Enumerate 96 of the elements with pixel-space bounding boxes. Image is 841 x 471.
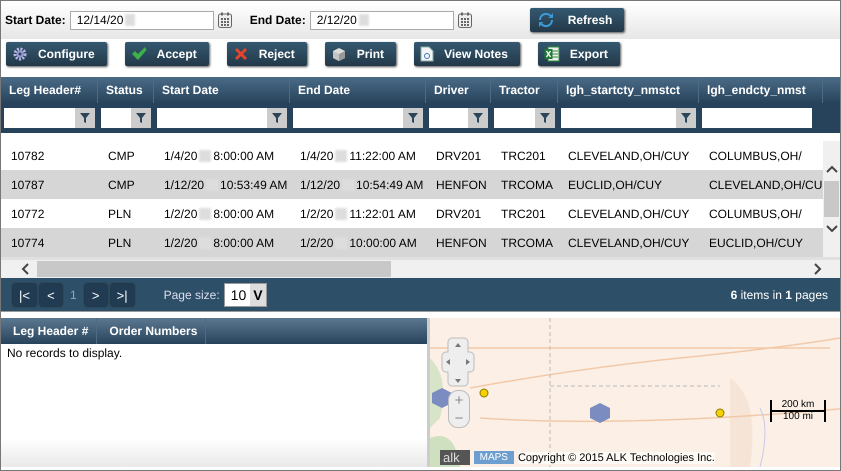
table-cell: PLN bbox=[108, 206, 132, 220]
table-cell: CMP bbox=[108, 178, 135, 192]
item-count: 6 items in 1 pages bbox=[730, 288, 828, 302]
logo-text: alk bbox=[440, 450, 470, 465]
filter-icon[interactable] bbox=[408, 113, 418, 123]
refresh-icon bbox=[538, 12, 554, 28]
filter-icon[interactable] bbox=[136, 113, 146, 123]
calendar-icon[interactable] bbox=[218, 12, 232, 28]
table-cell: EUCLID,OH/CUY bbox=[568, 178, 662, 192]
table-cell: EUCLID,OH/CUY bbox=[709, 236, 804, 250]
pager-button[interactable]: >| bbox=[110, 284, 134, 306]
gear-icon bbox=[12, 46, 28, 62]
table-cell: DRV201 bbox=[436, 206, 482, 220]
table-cell: CLEVELAND,OH/CU bbox=[709, 178, 822, 192]
table-cell: CLEVELAND,OH/CUY bbox=[568, 236, 690, 250]
pager-button[interactable]: |< bbox=[13, 284, 36, 306]
filter-field[interactable] bbox=[561, 108, 696, 128]
grid-row[interactable]: 10787 CMP 1/12/20 10:53:49 AM 1/12/20 10:54:49 AM HENFON TRCOMA EUCLID,OH/CUY CLEVELAND,OH/CU bbox=[1, 170, 823, 199]
table-cell: COLUMBUS,OH/ bbox=[709, 206, 802, 220]
page-size-dropdown[interactable]: 10 V bbox=[224, 283, 267, 307]
calendar-icon[interactable] bbox=[458, 12, 472, 28]
empty-message: No records to display. bbox=[6, 345, 124, 362]
table-cell: 1/2/20 8:00:00 AM bbox=[164, 236, 274, 250]
filter-field[interactable] bbox=[494, 108, 555, 128]
table-cell: TRCOMA bbox=[501, 236, 553, 250]
spreadsheet-icon bbox=[544, 46, 560, 62]
grid-row[interactable]: 10782 CMP 1/4/20 8:00:00 AM 1/4/20 11:22:00 AM DRV201 TRC201 CLEVELAND,OH/CUY COLUMBUS,OH/ bbox=[1, 141, 823, 170]
table-cell: CMP bbox=[108, 148, 135, 162]
vertical-scrollbar[interactable] bbox=[823, 141, 840, 257]
table-cell: 1/12/20 10:54:49 AM bbox=[300, 178, 424, 192]
refresh-button[interactable]: Refresh bbox=[530, 8, 624, 32]
table-cell: HENFON bbox=[436, 178, 487, 192]
check-icon bbox=[130, 46, 147, 62]
filter-icon[interactable] bbox=[540, 113, 550, 123]
table-cell: 1/2/20 11:22:01 AM bbox=[300, 206, 416, 220]
grid-row[interactable]: 10772 PLN 1/2/20 8:00:00 AM 1/2/20 11:22:01 AM DRV201 TRC201 CLEVELAND,OH/CUY COLUMBUS,OH/ bbox=[1, 199, 823, 228]
copyright-text: Copyright © 2015 ALK Technologies Inc. bbox=[518, 452, 715, 464]
table-cell: PLN bbox=[108, 236, 132, 250]
column-header[interactable]: End Date bbox=[298, 83, 350, 97]
column-header[interactable]: Leg Header# bbox=[9, 83, 82, 97]
logo-text: MAPS bbox=[474, 451, 514, 464]
toolbar-button[interactable]: Export bbox=[538, 42, 620, 66]
filter-field[interactable] bbox=[429, 108, 488, 128]
horizontal-scrollbar[interactable] bbox=[1, 257, 840, 278]
table-cell: DRV201 bbox=[436, 148, 482, 162]
date-field[interactable]: 2/12/20 bbox=[310, 10, 454, 30]
date-label: Start Date: bbox=[5, 13, 66, 27]
pager-button[interactable]: > bbox=[84, 284, 107, 306]
table-cell: 1/2/20 10:00:00 AM bbox=[300, 236, 417, 250]
grid-row[interactable]: 10774 PLN 1/2/20 8:00:00 AM 1/2/20 10:00:00 AM HENFON TRCOMA CLEVELAND,OH/CUY EUCLID,OH/CUY bbox=[1, 228, 823, 257]
toolbar-button[interactable]: Reject bbox=[226, 42, 307, 66]
table-cell: 10782 bbox=[11, 148, 44, 162]
table-cell: CLEVELAND,OH/CUY bbox=[568, 206, 690, 220]
date-field[interactable]: 12/14/20 bbox=[70, 10, 214, 30]
table-cell: 1/4/20 8:00:00 AM bbox=[164, 148, 274, 162]
column-header[interactable]: Order Numbers bbox=[109, 324, 198, 338]
table-cell: 10774 bbox=[11, 236, 44, 250]
scale-bar: 200 km 100 mi bbox=[770, 400, 826, 422]
filter-field[interactable] bbox=[157, 108, 287, 128]
column-header[interactable]: Tractor bbox=[499, 83, 540, 97]
document-icon bbox=[420, 46, 434, 62]
table-cell: 1/12/20 10:53:49 AM bbox=[164, 178, 288, 192]
table-cell: TRC201 bbox=[501, 148, 546, 162]
filter-icon[interactable] bbox=[681, 113, 691, 123]
toolbar-button[interactable]: View Notes bbox=[414, 42, 520, 66]
column-header[interactable]: lgh_endcty_nmst bbox=[707, 83, 806, 97]
pager-button[interactable]: < bbox=[40, 284, 62, 306]
printer-icon bbox=[330, 46, 347, 62]
column-header[interactable]: Start Date bbox=[162, 83, 219, 97]
table-cell: HENFON bbox=[436, 236, 487, 250]
table-cell: TRCOMA bbox=[501, 178, 553, 192]
page-number[interactable]: 1 bbox=[66, 288, 81, 302]
column-header[interactable]: Leg Header # bbox=[13, 324, 88, 338]
table-cell: 10787 bbox=[11, 178, 44, 192]
toolbar-button[interactable]: Configure bbox=[6, 42, 107, 66]
filter-icon[interactable] bbox=[80, 113, 90, 123]
cross-icon bbox=[232, 46, 249, 62]
column-header[interactable]: Driver bbox=[434, 83, 469, 97]
table-cell: 1/4/20 11:22:00 AM bbox=[300, 148, 416, 162]
date-label: End Date: bbox=[250, 13, 306, 27]
filter-field[interactable] bbox=[4, 108, 95, 128]
column-header[interactable]: Status bbox=[106, 83, 143, 97]
filter-field[interactable] bbox=[101, 108, 151, 128]
table-cell: 10772 bbox=[11, 206, 44, 220]
filter-icon[interactable] bbox=[272, 113, 282, 123]
toolbar-button[interactable]: Accept bbox=[124, 42, 209, 66]
toolbar-button[interactable]: Print bbox=[324, 42, 396, 66]
column-header[interactable]: lgh_startcty_nmstct bbox=[566, 83, 680, 97]
page-size-label: Page size: bbox=[164, 288, 220, 302]
table-cell: 1/2/20 8:00:00 AM bbox=[164, 206, 274, 220]
filter-field[interactable] bbox=[293, 108, 423, 128]
table-cell: COLUMBUS,OH/ bbox=[709, 148, 802, 162]
table-cell: CLEVELAND,OH/CUY bbox=[568, 148, 690, 162]
table-cell: TRC201 bbox=[501, 206, 546, 220]
filter-field[interactable] bbox=[702, 108, 812, 128]
filter-icon[interactable] bbox=[473, 113, 483, 123]
